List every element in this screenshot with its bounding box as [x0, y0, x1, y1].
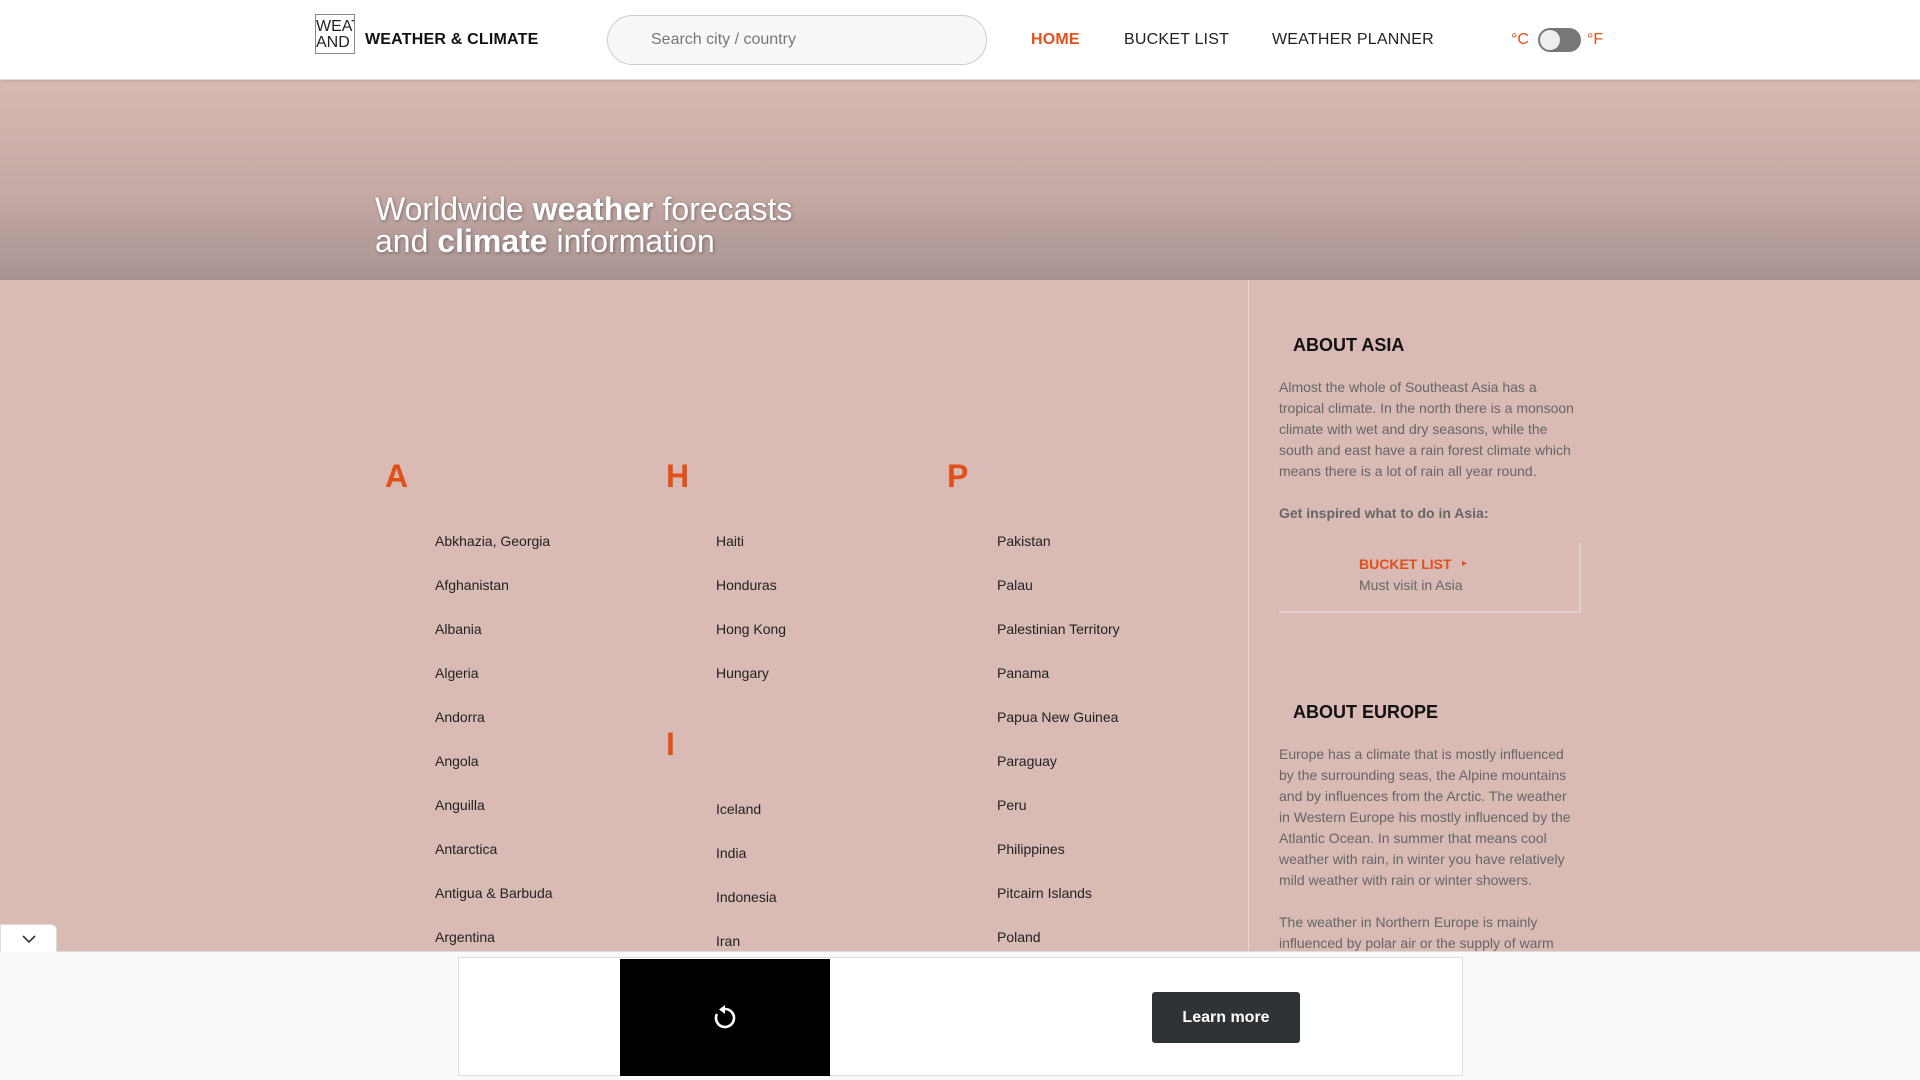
site-logo[interactable]: WEATHER AND: [315, 14, 355, 54]
country-link[interactable]: Antigua & Barbuda: [435, 885, 553, 901]
search-input[interactable]: [607, 15, 987, 65]
country-link[interactable]: Angola: [435, 753, 479, 769]
country-link[interactable]: Papua New Guinea: [997, 709, 1118, 725]
hero-title: Worldwide weather forecasts and climate …: [375, 191, 793, 259]
about-europe-text-2: The weather in Northern Europe is mainly…: [1279, 914, 1554, 951]
ad-collapse-button[interactable]: [0, 924, 57, 952]
country-link[interactable]: Andorra: [435, 709, 485, 725]
brand-name[interactable]: WEATHER & CLIMATE: [365, 31, 538, 49]
country-link[interactable]: Pitcairn Islands: [997, 885, 1092, 901]
country-link[interactable]: Iran: [716, 933, 740, 949]
letter-heading-i: I: [666, 726, 675, 762]
country-link[interactable]: Argentina: [435, 929, 495, 945]
country-link[interactable]: Iceland: [716, 801, 761, 817]
unit-fahrenheit-label[interactable]: °F: [1587, 31, 1603, 49]
country-link[interactable]: Anguilla: [435, 797, 485, 813]
replay-icon[interactable]: [711, 1004, 739, 1032]
country-link[interactable]: Peru: [997, 797, 1027, 813]
country-link[interactable]: Palestinian Territory: [997, 621, 1120, 637]
site-header: WEATHER AND WEATHER & CLIMATE HOME BUCKE…: [0, 0, 1920, 80]
nav-home[interactable]: HOME: [1031, 31, 1080, 49]
letter-heading-a: A: [385, 458, 409, 494]
letter-heading-h: H: [666, 458, 690, 494]
arrow-right-icon: ▸: [1462, 558, 1468, 569]
country-link[interactable]: Indonesia: [716, 889, 777, 905]
letter-heading-p: P: [947, 458, 969, 494]
country-link[interactable]: Algeria: [435, 665, 479, 681]
nav-bucket-list[interactable]: BUCKET LIST: [1124, 31, 1229, 49]
country-link[interactable]: Afghanistan: [435, 577, 509, 593]
bucket-list-subtitle: Must visit in Asia: [1359, 577, 1463, 593]
chevron-down-icon: [22, 935, 36, 944]
country-link[interactable]: Antarctica: [435, 841, 497, 857]
country-link[interactable]: Hong Kong: [716, 621, 786, 637]
country-link[interactable]: Albania: [435, 621, 482, 637]
country-link[interactable]: Hungary: [716, 665, 769, 681]
ad-banner: Learn more: [0, 951, 1920, 1080]
country-link[interactable]: Philippines: [997, 841, 1065, 857]
country-link[interactable]: Honduras: [716, 577, 777, 593]
country-link[interactable]: Poland: [997, 929, 1041, 945]
country-link[interactable]: India: [716, 845, 746, 861]
country-link[interactable]: Abkhazia, Georgia: [435, 533, 550, 549]
inspire-text: Get inspired what to do in Asia:: [1279, 505, 1489, 521]
about-asia-title: ABOUT ASIA: [1293, 335, 1405, 355]
country-link[interactable]: Panama: [997, 665, 1049, 681]
about-europe-text: Europe has a climate that is mostly infl…: [1279, 746, 1571, 888]
toggle-knob: [1540, 30, 1560, 50]
country-link[interactable]: Palau: [997, 577, 1033, 593]
about-asia-text: Almost the whole of Southeast Asia has a…: [1279, 379, 1574, 479]
country-link[interactable]: Paraguay: [997, 753, 1057, 769]
ad-container[interactable]: [458, 957, 1463, 1076]
about-europe-title: ABOUT EUROPE: [1293, 702, 1439, 722]
hero-banner: Worldwide weather forecasts and climate …: [0, 80, 1920, 280]
unit-celsius-label[interactable]: °C: [1511, 31, 1529, 49]
learn-more-button[interactable]: Learn more: [1152, 992, 1300, 1043]
ad-video[interactable]: [620, 959, 830, 1076]
country-link[interactable]: Pakistan: [997, 533, 1051, 549]
bucket-list-link[interactable]: BUCKET LIST: [1359, 556, 1452, 572]
nav-weather-planner[interactable]: WEATHER PLANNER: [1272, 31, 1434, 49]
unit-toggle[interactable]: [1538, 28, 1581, 52]
country-link[interactable]: Haiti: [716, 533, 744, 549]
